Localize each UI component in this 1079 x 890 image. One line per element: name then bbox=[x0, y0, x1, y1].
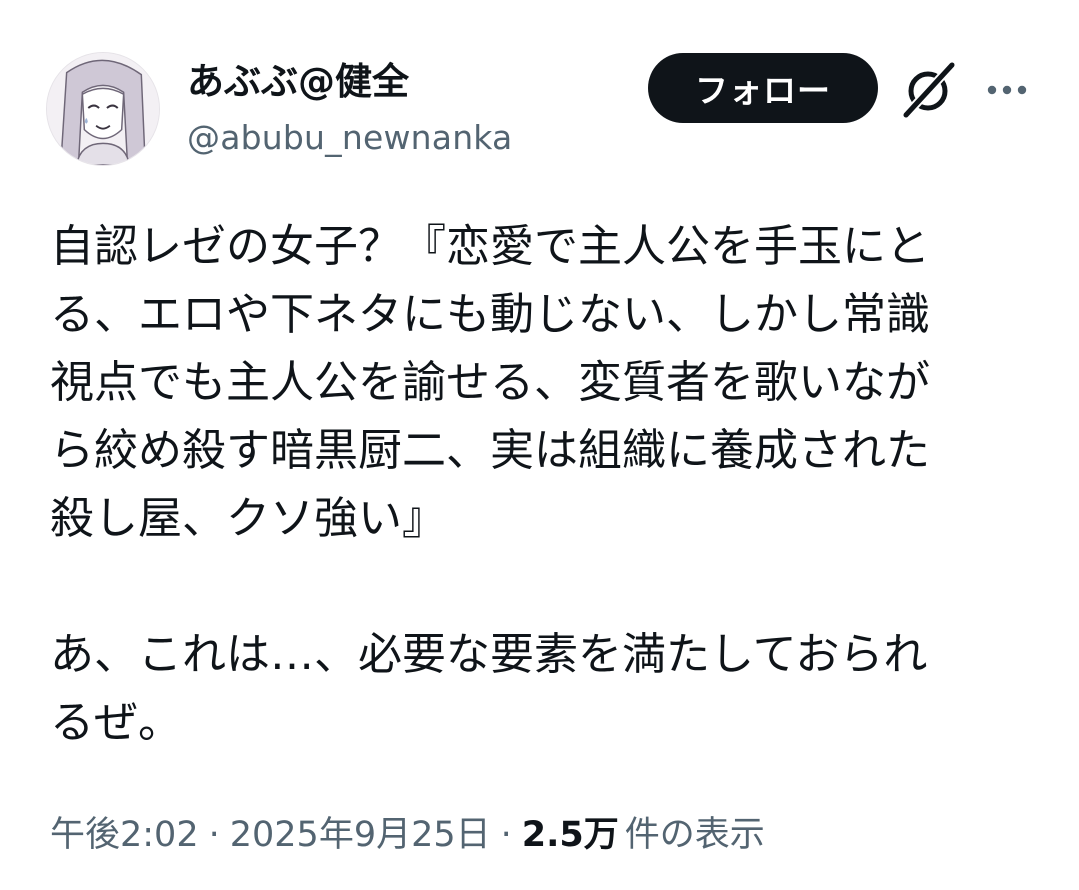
tweet-line: 殺し屋、クソ強い』 bbox=[50, 493, 446, 544]
views-label[interactable]: 件の表示 bbox=[625, 815, 765, 855]
avatar-illustration bbox=[47, 53, 159, 165]
tweet-line: る、エロや下ネタにも動じない、しかし常識 bbox=[50, 289, 930, 340]
tweet-line: あ、これは…、必要な要素を満たしておられ bbox=[50, 629, 928, 680]
tweet-meta: 午後2:02 · 2025年9月25日 · 2.5万 件の表示 bbox=[50, 811, 765, 859]
avatar[interactable] bbox=[46, 52, 160, 166]
meta-separator: · bbox=[208, 815, 220, 855]
user-handle[interactable]: @abubu_newnanka bbox=[187, 118, 512, 158]
meta-separator: · bbox=[500, 815, 512, 855]
tweet-line: ら絞め殺す暗黒厨二、実は組織に養成された bbox=[50, 425, 930, 476]
tweet-line: 自認レゼの女子？『恋愛で主人公を手玉にと bbox=[50, 221, 930, 272]
views-count[interactable]: 2.5万 bbox=[522, 815, 619, 855]
more-icon[interactable] bbox=[984, 70, 1030, 110]
tweet-text: 自認レゼの女子？『恋愛で主人公を手玉にと る、エロや下ネタにも動じない、しかし常識… bbox=[50, 213, 1025, 757]
tweet-line: 視点でも主人公を諭せる、変質者を歌いなが bbox=[50, 357, 930, 408]
follow-button[interactable]: フォロー bbox=[648, 53, 878, 123]
display-name[interactable]: あぶぶ@健全 bbox=[187, 60, 409, 104]
post-date[interactable]: 2025年9月25日 bbox=[230, 815, 491, 855]
tweet-line: るぜ。 bbox=[50, 697, 182, 748]
grok-icon[interactable] bbox=[898, 60, 958, 120]
post-time[interactable]: 午後2:02 bbox=[50, 815, 199, 855]
tweet-header: あぶぶ@健全 @abubu_newnanka フォロー bbox=[0, 0, 1079, 190]
